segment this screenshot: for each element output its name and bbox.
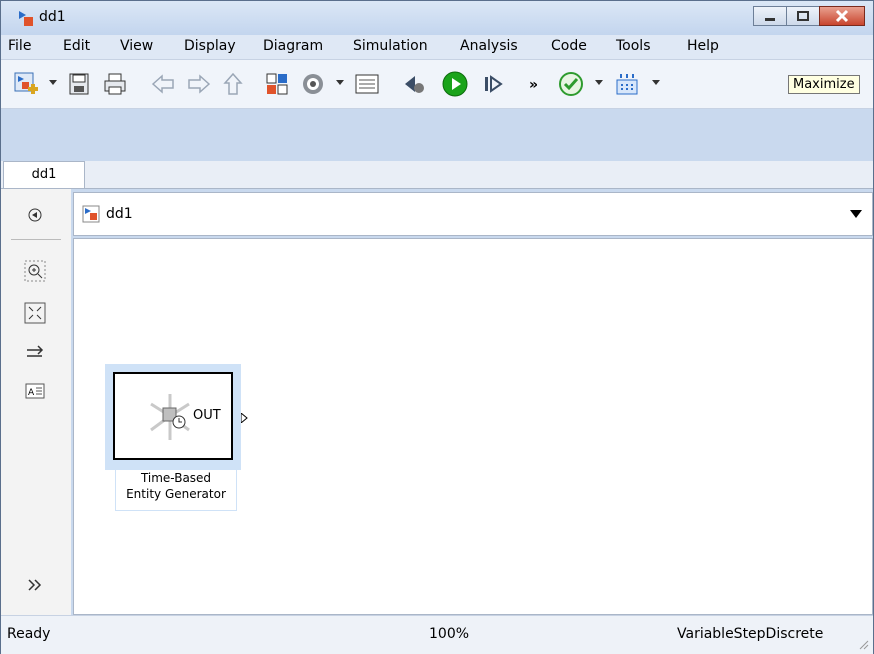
tab-dd1[interactable]: dd1 <box>3 161 85 189</box>
double-chevron-icon <box>28 579 42 591</box>
svg-text:»: » <box>529 77 538 93</box>
model-explorer-icon[interactable] <box>353 70 381 98</box>
block-name-line1: Time-Based <box>140 471 212 485</box>
settings-dropdown-icon[interactable] <box>336 80 344 85</box>
maximize-icon <box>797 11 809 21</box>
title-bar[interactable]: dd1 <box>1 1 873 35</box>
up-arrow-icon[interactable] <box>219 70 247 98</box>
app-window: dd1 File Edit View Display Diagram Simul… <box>0 0 874 654</box>
tab-strip: dd1 <box>1 161 873 189</box>
arrow-right-icon <box>27 345 44 357</box>
check-icon[interactable] <box>557 70 585 98</box>
menu-edit[interactable]: Edit <box>63 38 90 54</box>
menu-diagram[interactable]: Diagram <box>263 38 323 54</box>
step-forward-icon[interactable] <box>479 70 507 98</box>
status-bar: Ready 100% VariableStepDiscrete <box>1 615 873 654</box>
fit-to-view-button[interactable] <box>23 301 47 325</box>
toolbar: » <box>1 59 873 109</box>
library-browser-icon[interactable] <box>263 70 291 98</box>
annotation-button[interactable]: A <box>23 379 47 403</box>
expand-palette-button[interactable] <box>23 573 47 597</box>
menu-view[interactable]: View <box>120 38 153 54</box>
menu-bar: File Edit View Display Diagram Simulatio… <box>1 35 873 59</box>
maximize-button[interactable] <box>786 6 820 26</box>
chevron-down-icon[interactable] <box>850 210 862 218</box>
new-dropdown-icon[interactable] <box>49 80 57 85</box>
step-back-icon[interactable] <box>401 70 429 98</box>
menu-file[interactable]: File <box>8 38 31 54</box>
output-port-arrow-icon[interactable] <box>241 413 249 423</box>
close-button[interactable] <box>819 6 865 26</box>
settings-gear-icon[interactable] <box>299 70 327 98</box>
signal-builder-icon[interactable] <box>613 70 641 98</box>
fit-view-icon <box>24 302 46 324</box>
more-tools-icon[interactable]: » <box>521 70 549 98</box>
block-name[interactable]: Time-Based Entity Generator <box>115 469 237 511</box>
collapse-icon <box>28 208 42 222</box>
zoom-level: 100% <box>429 626 470 642</box>
zoom-button[interactable] <box>23 259 47 283</box>
time-based-entity-generator-block[interactable]: OUT <box>113 372 233 460</box>
solver-name: VariableStepDiscrete <box>677 626 824 642</box>
forward-arrow-icon[interactable] <box>185 70 213 98</box>
back-arrow-icon[interactable] <box>149 70 177 98</box>
palette-divider <box>11 239 61 240</box>
resize-grip-icon[interactable] <box>857 638 869 650</box>
new-model-icon[interactable] <box>12 70 40 98</box>
menu-tools[interactable]: Tools <box>616 38 651 54</box>
left-palette: A <box>1 189 71 615</box>
close-icon <box>835 9 849 23</box>
menu-display[interactable]: Display <box>184 38 236 54</box>
tooltip: Maximize <box>788 75 860 94</box>
arrange-button[interactable] <box>23 341 47 365</box>
out-port-label: OUT <box>193 408 221 423</box>
model-icon <box>82 205 100 223</box>
check-dropdown-icon[interactable] <box>595 80 603 85</box>
entity-generator-icon <box>150 394 190 440</box>
run-icon[interactable] <box>441 70 469 98</box>
model-icon <box>19 11 33 26</box>
menu-help[interactable]: Help <box>687 38 719 54</box>
address-path[interactable]: dd1 <box>106 206 133 222</box>
window-title: dd1 <box>39 9 66 25</box>
caption-buttons <box>753 6 865 28</box>
block-selection-highlight: OUT <box>105 364 241 470</box>
menu-simulation[interactable]: Simulation <box>353 38 428 54</box>
hide-browser-button[interactable] <box>23 203 47 227</box>
save-icon[interactable] <box>65 70 93 98</box>
signal-dropdown-icon[interactable] <box>652 80 660 85</box>
address-bar[interactable]: dd1 <box>73 192 873 236</box>
status-state: Ready <box>7 626 51 642</box>
svg-text:A: A <box>28 388 35 398</box>
zoom-icon <box>24 260 46 282</box>
minimize-icon <box>765 18 775 21</box>
menu-analysis[interactable]: Analysis <box>460 38 518 54</box>
minimize-button[interactable] <box>753 6 787 26</box>
annotation-icon: A <box>25 383 45 399</box>
tab-divider <box>1 188 873 189</box>
print-icon[interactable] <box>101 70 129 98</box>
menu-code[interactable]: Code <box>551 38 587 54</box>
block-name-line2: Entity Generator <box>126 487 226 501</box>
